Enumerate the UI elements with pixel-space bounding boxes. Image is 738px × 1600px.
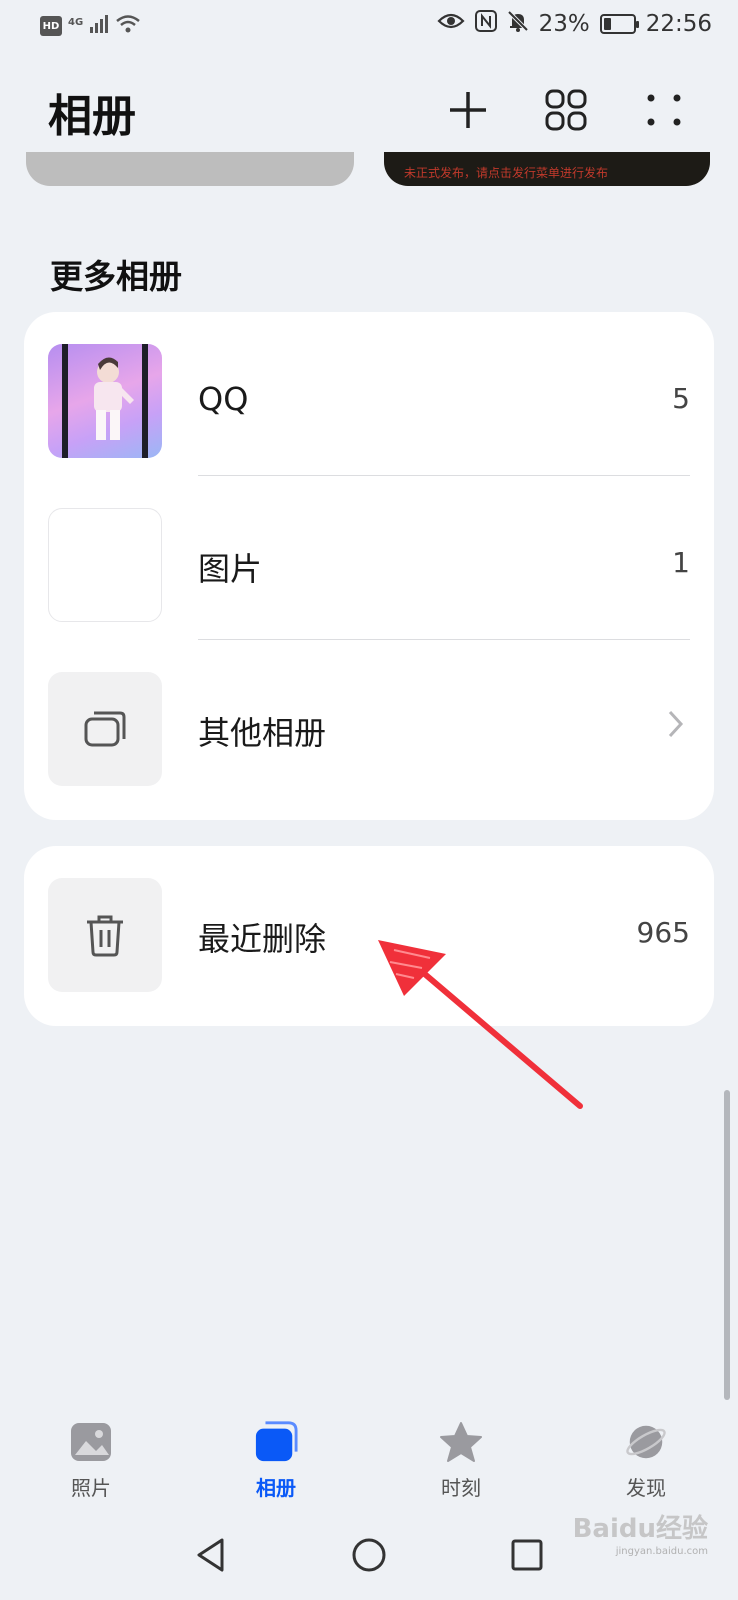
banner-text: 未正式发布，请点击发行菜单进行发布 — [404, 166, 609, 180]
wifi-icon — [115, 14, 141, 38]
album-row-qq[interactable]: QQ 5 — [24, 312, 714, 476]
tab-label: 时刻 — [441, 1476, 481, 1500]
more-albums-card: QQ 5 图片 1 其他相册 — [24, 312, 714, 820]
more-options-button[interactable] — [636, 82, 692, 138]
photos-icon — [69, 1420, 113, 1464]
moments-star-icon — [439, 1420, 483, 1464]
signal-icon — [89, 15, 109, 37]
album-thumb-partial[interactable] — [26, 152, 354, 186]
album-name: 其他相册 — [198, 714, 327, 752]
album-name: 图片 — [198, 550, 263, 588]
discover-planet-icon — [624, 1420, 668, 1464]
recent-square-icon — [511, 1539, 543, 1571]
layout-grid-button[interactable] — [538, 82, 594, 138]
tab-moments[interactable]: 时刻 — [411, 1420, 511, 1510]
screen: HD 4G 23% 22:56 相册 未正式发布，请点击发行菜单进行发布 更多相… — [0, 0, 738, 1600]
page-title: 相册 — [48, 91, 136, 142]
chevron-right-icon — [668, 710, 684, 738]
album-thumb-partial[interactable]: 未正式发布，请点击发行菜单进行发布 — [384, 152, 710, 186]
app-header: 相册 — [0, 70, 738, 150]
tab-discover[interactable]: 发现 — [596, 1420, 696, 1510]
album-row-pictures[interactable]: 图片 1 — [24, 476, 714, 640]
tab-label: 照片 — [71, 1476, 111, 1500]
album-count: 5 — [672, 382, 690, 415]
back-button[interactable] — [186, 1530, 236, 1580]
home-button[interactable] — [344, 1530, 394, 1580]
battery-percent: 23% — [538, 11, 590, 37]
scrollbar[interactable] — [724, 1090, 730, 1400]
annotation-arrow — [378, 940, 583, 1109]
tab-label: 相册 — [256, 1476, 296, 1500]
album-row-other-albums[interactable]: 其他相册 — [24, 640, 714, 804]
recent-apps-button[interactable] — [502, 1530, 552, 1580]
albums-icon — [254, 1420, 298, 1464]
recently-deleted-thumbnail — [48, 878, 162, 992]
album-thumbnail — [48, 344, 162, 458]
more-icon — [647, 94, 681, 126]
add-icon — [450, 92, 486, 128]
bottom-nav: 照片 相册 时刻 发现 — [0, 1400, 738, 1510]
album-count: 1 — [672, 546, 690, 579]
status-bar: HD 4G 23% 22:56 — [0, 0, 738, 52]
grid-icon — [545, 89, 587, 131]
album-thumbnail — [48, 508, 162, 622]
trash-icon — [87, 915, 123, 957]
tab-albums[interactable]: 相册 — [226, 1420, 326, 1510]
battery-icon — [599, 14, 639, 34]
tab-photos[interactable]: 照片 — [41, 1420, 141, 1510]
recently-deleted-count: 965 — [636, 916, 690, 949]
section-title: 更多相册 — [50, 257, 182, 296]
stacked-albums-icon — [84, 711, 126, 747]
add-album-button[interactable] — [440, 82, 496, 138]
recently-deleted-label: 最近删除 — [198, 920, 327, 958]
mute-bell-icon — [507, 10, 529, 38]
home-circle-icon — [352, 1538, 386, 1572]
recently-deleted-row[interactable]: 最近删除 965 — [24, 846, 714, 1010]
tab-label: 发现 — [626, 1476, 666, 1500]
network-type: 4G — [68, 16, 84, 28]
back-triangle-icon — [197, 1538, 224, 1572]
nfc-icon — [474, 10, 497, 38]
other-albums-thumbnail — [48, 672, 162, 786]
album-name: QQ — [198, 380, 249, 418]
clock-time: 22:56 — [645, 11, 712, 37]
watermark-logo: Baidu经验 — [572, 1514, 708, 1544]
watermark-url: jingyan.baidu.com — [615, 1546, 708, 1557]
recently-deleted-card: 最近删除 965 — [24, 846, 714, 1026]
eye-icon — [437, 11, 465, 37]
hd-badge: HD — [40, 16, 62, 36]
